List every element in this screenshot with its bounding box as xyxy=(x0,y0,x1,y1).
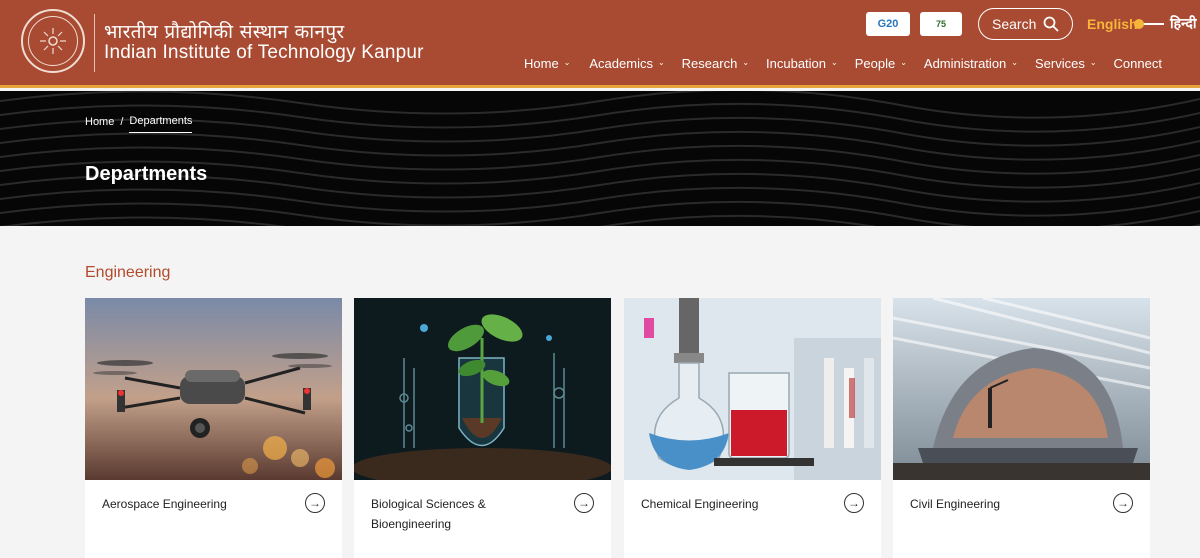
arrow-right-icon[interactable]: → xyxy=(1113,493,1133,513)
breadcrumb: Home / Departments xyxy=(85,110,193,133)
azadi-logo[interactable]: 75 xyxy=(920,12,962,36)
department-name: Civil Engineering xyxy=(910,497,1001,511)
main-nav: Home ⌄ Academics ⌄ Research ⌄ Incubation ⌄ P… xyxy=(524,56,1162,71)
nav-label: Incubation xyxy=(766,56,827,71)
iitk-logo[interactable] xyxy=(21,9,85,73)
logo-emblem-icon xyxy=(28,16,78,66)
nav-item-services[interactable]: Services ⌄ xyxy=(1035,56,1097,71)
nav-item-people[interactable]: People ⌄ xyxy=(855,56,907,71)
department-name: Aerospace Engineering xyxy=(102,497,227,511)
flasks-image xyxy=(624,298,881,480)
nav-label: Connect xyxy=(1113,56,1162,71)
g20-logo[interactable]: G20 xyxy=(866,12,910,36)
chevron-down-icon: ⌄ xyxy=(831,58,838,67)
section-title-engineering: Engineering xyxy=(85,264,171,281)
department-name: Biological Sciences & Bioengineering xyxy=(371,497,486,531)
institute-name-english: Indian Institute of Technology Kanpur xyxy=(104,42,424,63)
page-hero: Home / Departments Departments xyxy=(0,91,1200,226)
toggle-track xyxy=(1142,23,1164,25)
department-card-chemical[interactable]: Chemical Engineering → xyxy=(624,298,881,558)
azadi-logo-text: 75 xyxy=(935,19,946,29)
arrow-right-icon[interactable]: → xyxy=(574,493,594,513)
department-card-civil[interactable]: Civil Engineering → xyxy=(893,298,1150,558)
search-icon xyxy=(1043,16,1059,32)
institute-name-hindi: भारतीय प्रौद्योगिकी संस्थान कानपुर xyxy=(104,21,345,43)
nav-item-connect[interactable]: Connect xyxy=(1114,56,1162,71)
chevron-down-icon: ⌄ xyxy=(657,58,665,67)
nav-label: Academics xyxy=(589,56,653,71)
nav-label: Administration xyxy=(923,56,1007,71)
chevron-down-icon: ⌄ xyxy=(900,58,907,67)
arrow-right-icon[interactable]: → xyxy=(305,493,325,513)
search-button[interactable]: Search xyxy=(978,8,1073,40)
site-header: भारतीय प्रौद्योगिकी संस्थान कानपुर India… xyxy=(0,0,1200,88)
nav-item-administration[interactable]: Administration ⌄ xyxy=(924,56,1018,71)
search-label: Search xyxy=(992,16,1037,32)
arrow-right-icon[interactable]: → xyxy=(844,493,864,513)
chevron-down-icon: ⌄ xyxy=(1011,58,1018,67)
nav-label: People xyxy=(854,56,896,71)
chevron-down-icon: ⌄ xyxy=(1089,58,1097,67)
department-card-aerospace[interactable]: Aerospace Engineering → xyxy=(85,298,342,558)
nav-item-academics[interactable]: Academics ⌄ xyxy=(589,56,664,71)
drone-image xyxy=(85,298,342,480)
nav-item-home[interactable]: Home ⌄ xyxy=(524,56,570,71)
nav-label: Research xyxy=(681,56,738,71)
chevron-down-icon: ⌄ xyxy=(563,58,571,67)
department-card-biological-sciences[interactable]: Biological Sciences & Bioengineering → xyxy=(354,298,611,558)
breadcrumb-separator: / xyxy=(120,115,124,128)
nav-label: Services xyxy=(1034,56,1085,71)
g20-logo-text: G20 xyxy=(877,18,899,30)
department-name: Chemical Engineering xyxy=(641,497,759,511)
language-english[interactable]: English xyxy=(1087,16,1138,32)
nav-label: Home xyxy=(524,56,559,71)
chevron-down-icon: ⌄ xyxy=(742,58,750,67)
language-toggle[interactable] xyxy=(1134,19,1164,29)
plant-lab-image xyxy=(354,298,611,480)
toggle-knob xyxy=(1134,19,1144,29)
breadcrumb-home[interactable]: Home xyxy=(85,116,114,128)
nav-item-incubation[interactable]: Incubation ⌄ xyxy=(766,56,838,71)
nav-item-research[interactable]: Research ⌄ xyxy=(682,56,749,71)
breadcrumb-current: Departments xyxy=(129,115,193,133)
language-hindi[interactable]: हिन्दी xyxy=(1170,14,1196,33)
hard-hat-image xyxy=(893,298,1150,480)
logo-divider xyxy=(94,14,95,72)
page-title: Departments xyxy=(85,163,208,185)
